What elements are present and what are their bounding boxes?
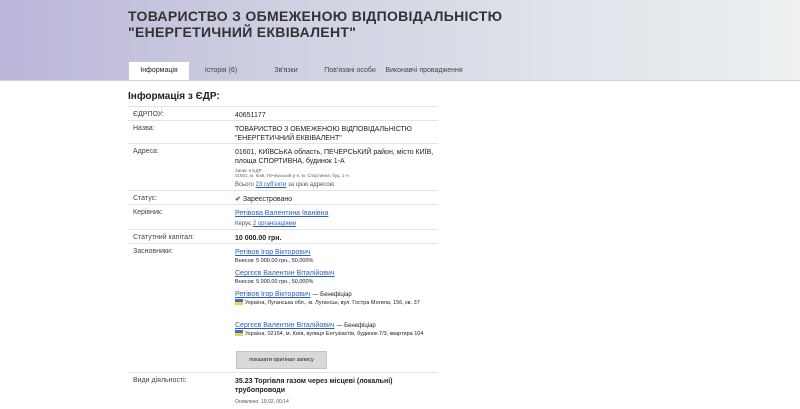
value-edrpou: 40651177	[235, 112, 266, 119]
label-edrpou: ЄДРПОУ:	[133, 111, 165, 118]
label-activity: Види діяльності:	[133, 377, 187, 384]
head-manages-link[interactable]: 2 організаціями	[253, 221, 296, 227]
beneficiary-role: — Бенефіціар	[312, 292, 352, 298]
founder-detail: Внесок: 5 000.00 грн., 50,000%	[235, 279, 314, 285]
label-status: Статус:	[133, 195, 158, 202]
status-text: Зареєстровано	[242, 196, 293, 203]
ukraine-flag-icon	[235, 299, 243, 305]
value-address: 01601, КИЇВСЬКА область, ПЕЧЕРСЬКИЙ райо…	[235, 149, 434, 165]
beneficiary-name-link[interactable]: Ретівов Ігор Вікторович	[235, 291, 311, 298]
row-name: Назва: ТОВАРИСТВО З ОБМЕЖЕНОЮ ВІДПОВІДАЛ…	[128, 120, 438, 144]
row-address: Адреса: 01601, КИЇВСЬКА область, ПЕЧЕРСЬ…	[128, 143, 438, 191]
head-name: Ретівова Валентина Іванівна	[235, 209, 435, 218]
head-name-link[interactable]: Ретівова Валентина Іванівна	[235, 210, 328, 217]
row-activity: Види діяльності: 35.23 Торгівля газом че…	[128, 372, 438, 409]
show-original-record-button[interactable]: показати оригінал запису	[236, 351, 327, 369]
value-activity: 35.23 Торгівля газом через місцеві (лока…	[235, 378, 393, 394]
value-status: ✔ Зареєстровано	[235, 195, 435, 204]
label-address: Адреса:	[133, 148, 159, 155]
founder-item: Ретівов Ігор Вікторович	[235, 248, 435, 257]
head-manages-prefix: Керує	[235, 221, 252, 227]
ukraine-flag-icon	[235, 330, 243, 336]
label-capital: Статутний капітал:	[133, 234, 195, 241]
beneficiary-address: Україна, 02154, м. Київ, вулиця Ентузіас…	[235, 330, 430, 338]
check-icon: ✔	[235, 196, 241, 203]
label-name: Назва:	[133, 125, 155, 132]
updated-timestamp: Оновлено: 19.02, 00:14	[235, 399, 289, 405]
founder-name-link[interactable]: Сергєєв Валентин Віталійович	[235, 270, 335, 277]
page-header: ТОВАРИСТВО З ОБМЕЖЕНОЮ ВІДПОВІДАЛЬНІСТЮ …	[0, 0, 800, 81]
address-note-2: 01601, м. Київ, Печерський р-н, м. Спорт…	[235, 173, 349, 178]
address-total: Всього 23 суб'єкти за цією адресою	[235, 181, 435, 190]
address-total-link[interactable]: 23 суб'єкти	[256, 182, 287, 188]
label-head: Керівник:	[133, 209, 163, 216]
tab-bar: Інформація Історія (6) Зв'язки Пов'язані…	[0, 61, 800, 81]
row-edrpou: ЄДРПОУ: 40651177	[128, 106, 438, 121]
section-title: Інформація з ЄДР:	[128, 91, 220, 102]
value-capital: 10 000.00 грн.	[235, 235, 282, 242]
beneficiary-name-link[interactable]: Сергєєв Валентин Віталійович	[235, 322, 335, 329]
header-divider	[0, 80, 800, 81]
tab-related-persons[interactable]: Пов'язані особи	[320, 62, 380, 80]
row-head: Керівник: Ретівова Валентина Іванівна Ке…	[128, 204, 438, 230]
address-total-prefix: Всього	[235, 182, 254, 188]
founder-item: Сергєєв Валентин Віталійович	[235, 269, 435, 278]
company-title: ТОВАРИСТВО З ОБМЕЖЕНОЮ ВІДПОВІДАЛЬНІСТЮ …	[128, 8, 503, 40]
row-capital: Статутний капітал: 10 000.00 грн.	[128, 229, 438, 244]
beneficiary-address: Україна, Луганська обл., м. Луганськ, ву…	[235, 299, 430, 307]
label-founders: Засновники:	[133, 248, 173, 255]
head-manages: Керує 2 організаціями	[235, 220, 435, 229]
value-name: ТОВАРИСТВО З ОБМЕЖЕНОЮ ВІДПОВІДАЛЬНІСТЮ …	[235, 126, 412, 142]
founder-name-link[interactable]: Ретівов Ігор Вікторович	[235, 249, 311, 256]
beneficiary-role: — Бенефіціар	[336, 323, 376, 329]
tab-enforcement[interactable]: Виконавчі провадження	[384, 62, 464, 80]
address-total-suffix: за цією адресою	[288, 182, 335, 188]
founder-detail: Внесок: 5 000.00 грн., 50,000%	[235, 258, 314, 264]
row-status: Статус: ✔ Зареєстровано	[128, 190, 438, 205]
tab-history[interactable]: Історія (6)	[190, 62, 252, 80]
beneficiary-address-text: Україна, 02154, м. Київ, вулиця Ентузіас…	[245, 331, 424, 337]
tab-info[interactable]: Інформація	[128, 61, 190, 81]
tab-connections[interactable]: Зв'язки	[256, 62, 316, 80]
beneficiary-address-text: Україна, Луганська обл., м. Луганськ, ву…	[245, 300, 420, 306]
